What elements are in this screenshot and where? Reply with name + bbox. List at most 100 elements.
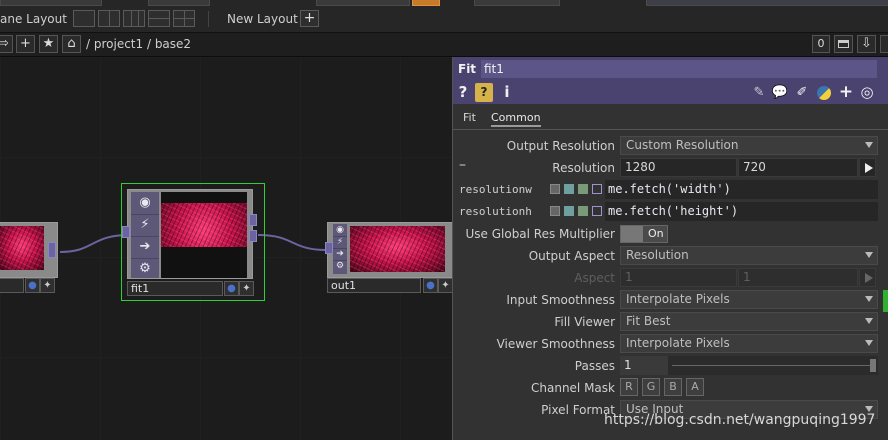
layout-bar: ane Layout New Layout + xyxy=(0,6,888,33)
node-preview xyxy=(161,192,247,278)
param-label: resolutionw xyxy=(459,183,532,196)
path-bar: ⇨ + ★ ⌂ / project1 / base2 0 ⇩ xyxy=(0,33,888,57)
menu-value: Fit Best xyxy=(626,314,671,328)
layout-quad-button[interactable] xyxy=(173,10,195,27)
channel-a-button[interactable]: A xyxy=(686,378,704,396)
global-res-toggle[interactable]: On xyxy=(620,225,668,243)
mode-bind-icon[interactable] xyxy=(592,206,602,216)
passes-value[interactable]: 1 xyxy=(620,356,668,375)
resolutionh-expression[interactable]: me.fetch('height') xyxy=(605,202,878,221)
node-fit1[interactable]: ◉ ⚡ ➔ ⚙ fit1 ● ✦ xyxy=(121,183,265,301)
mode-constant-icon[interactable] xyxy=(550,206,560,216)
new-layout-add-button[interactable]: + xyxy=(300,10,319,27)
layout-split-horizontal-button[interactable] xyxy=(148,10,170,27)
expand-button[interactable] xyxy=(859,158,876,177)
forward-arrow-icon[interactable]: ⇨ xyxy=(0,35,13,53)
star-icon[interactable]: ★ xyxy=(39,35,58,53)
param-fill-viewer: Fill Viewer Fit Best xyxy=(453,311,888,333)
layout-split-three-button[interactable] xyxy=(123,10,145,27)
mode-export-icon[interactable] xyxy=(578,206,588,216)
node-out1[interactable]: ◉ ⚡ ➔ ⚙ out1 ● ✦ xyxy=(325,222,460,294)
pin-icon[interactable]: ✦ xyxy=(438,278,453,293)
output-connector[interactable] xyxy=(249,214,257,226)
param-label: Channel Mask xyxy=(531,381,615,395)
pin-icon[interactable]: ✦ xyxy=(239,281,254,296)
pencil-icon[interactable]: ✎ xyxy=(751,83,767,102)
info-icon[interactable]: i xyxy=(501,83,513,102)
node-name-fit1[interactable]: fit1 xyxy=(127,281,223,296)
viewer-dot-icon[interactable]: ● xyxy=(25,278,40,293)
tab-fit[interactable]: Fit xyxy=(463,111,476,124)
collapse-minus-icon[interactable]: – xyxy=(459,157,466,173)
channel-b-button[interactable]: B xyxy=(664,378,682,396)
resolutionw-expression[interactable]: me.fetch('width') xyxy=(605,180,878,199)
fill-viewer-menu[interactable]: Fit Best xyxy=(620,312,878,331)
dropdown-arrow-icon xyxy=(865,340,873,346)
lightning-icon[interactable]: ⚡ xyxy=(131,214,159,237)
param-resolution: – Resolution 1280 720 xyxy=(453,157,888,179)
passes-slider[interactable]: 1 xyxy=(620,356,878,375)
node-name-out1[interactable]: out1 xyxy=(327,278,421,293)
tab-common[interactable]: Common xyxy=(491,111,541,127)
expand-button[interactable] xyxy=(859,268,876,287)
import-down-icon[interactable]: ⇩ xyxy=(857,35,876,53)
wrench-icon[interactable]: ⚙ xyxy=(333,260,347,272)
channel-r-button[interactable]: R xyxy=(620,378,638,396)
input-connector[interactable] xyxy=(122,226,130,238)
mode-bind-icon[interactable] xyxy=(592,184,602,194)
viewer-dot-icon[interactable]: ● xyxy=(224,281,239,296)
layout-single-button[interactable] xyxy=(73,10,95,27)
help-icon[interactable]: ? xyxy=(456,83,470,102)
resolution-height-field[interactable]: 720 xyxy=(738,158,858,177)
output-resolution-menu[interactable]: Custom Resolution xyxy=(620,136,878,155)
output-aspect-menu[interactable]: Resolution xyxy=(620,246,878,265)
input-smoothness-menu[interactable]: Interpolate Pixels xyxy=(620,290,878,309)
wire-fit-to-out xyxy=(257,234,328,251)
target-icon[interactable]: ◎ xyxy=(858,83,876,102)
home-icon[interactable]: ⌂ xyxy=(62,35,81,53)
aspect-b-field[interactable]: 1 xyxy=(738,268,858,287)
watermark: https://blog.csdn.net/wangpuqing1997 xyxy=(604,412,876,428)
more-icon[interactable] xyxy=(880,35,888,53)
node-input[interactable]: ● ✦ xyxy=(0,222,62,294)
layout-split-vertical-button[interactable] xyxy=(98,10,120,27)
add-pane-icon[interactable]: + xyxy=(16,35,35,53)
viewer-dot-icon[interactable]: ● xyxy=(423,278,438,293)
counter-display[interactable]: 0 xyxy=(812,35,830,53)
mode-export-icon[interactable] xyxy=(578,184,588,194)
operator-name-field[interactable]: fit1 xyxy=(481,60,877,78)
pin-icon[interactable]: ✦ xyxy=(40,278,55,293)
viewer-icon[interactable]: ◉ xyxy=(131,192,159,215)
right-arrow-icon[interactable]: ➔ xyxy=(131,236,159,259)
mode-expression-icon[interactable] xyxy=(564,184,574,194)
clipboard-icon[interactable]: ✐ xyxy=(793,83,811,102)
channel-g-button[interactable]: G xyxy=(642,378,660,396)
aspect-a-field[interactable]: 1 xyxy=(620,268,737,287)
viewer-smoothness-menu[interactable]: Interpolate Pixels xyxy=(620,334,878,353)
output-connector[interactable] xyxy=(249,230,257,242)
mode-constant-icon[interactable] xyxy=(550,184,560,194)
dropdown-arrow-icon xyxy=(865,296,873,302)
node-name[interactable] xyxy=(0,278,24,293)
network-path[interactable]: / project1 / base2 xyxy=(86,37,191,51)
operator-type: Fit xyxy=(458,62,477,76)
python-icon[interactable] xyxy=(815,83,833,102)
param-input-smoothness: Input Smoothness Interpolate Pixels xyxy=(453,289,888,311)
resolution-width-field[interactable]: 1280 xyxy=(620,158,737,177)
param-passes: Passes 1 xyxy=(453,355,888,377)
param-viewer-smoothness: Viewer Smoothness Interpolate Pixels xyxy=(453,333,888,355)
comment-icon[interactable]: 💬 xyxy=(771,83,789,102)
slider-thumb[interactable] xyxy=(870,359,876,372)
param-output-resolution: Output Resolution Custom Resolution xyxy=(453,135,888,157)
slider-track xyxy=(672,365,870,366)
panel-toggle-icon[interactable] xyxy=(834,35,853,53)
node-preview xyxy=(350,226,445,272)
input-connector[interactable] xyxy=(325,242,333,254)
python-help-icon[interactable]: ? xyxy=(475,83,493,102)
output-connector[interactable] xyxy=(48,242,56,258)
add-icon[interactable]: + xyxy=(838,83,854,102)
node-icon-column: ◉ ⚡ ➔ ⚙ xyxy=(131,192,159,278)
wrench-icon[interactable]: ⚙ xyxy=(131,258,159,280)
mode-expression-icon[interactable] xyxy=(564,206,574,216)
pane-layout-label: ane Layout xyxy=(0,12,67,26)
